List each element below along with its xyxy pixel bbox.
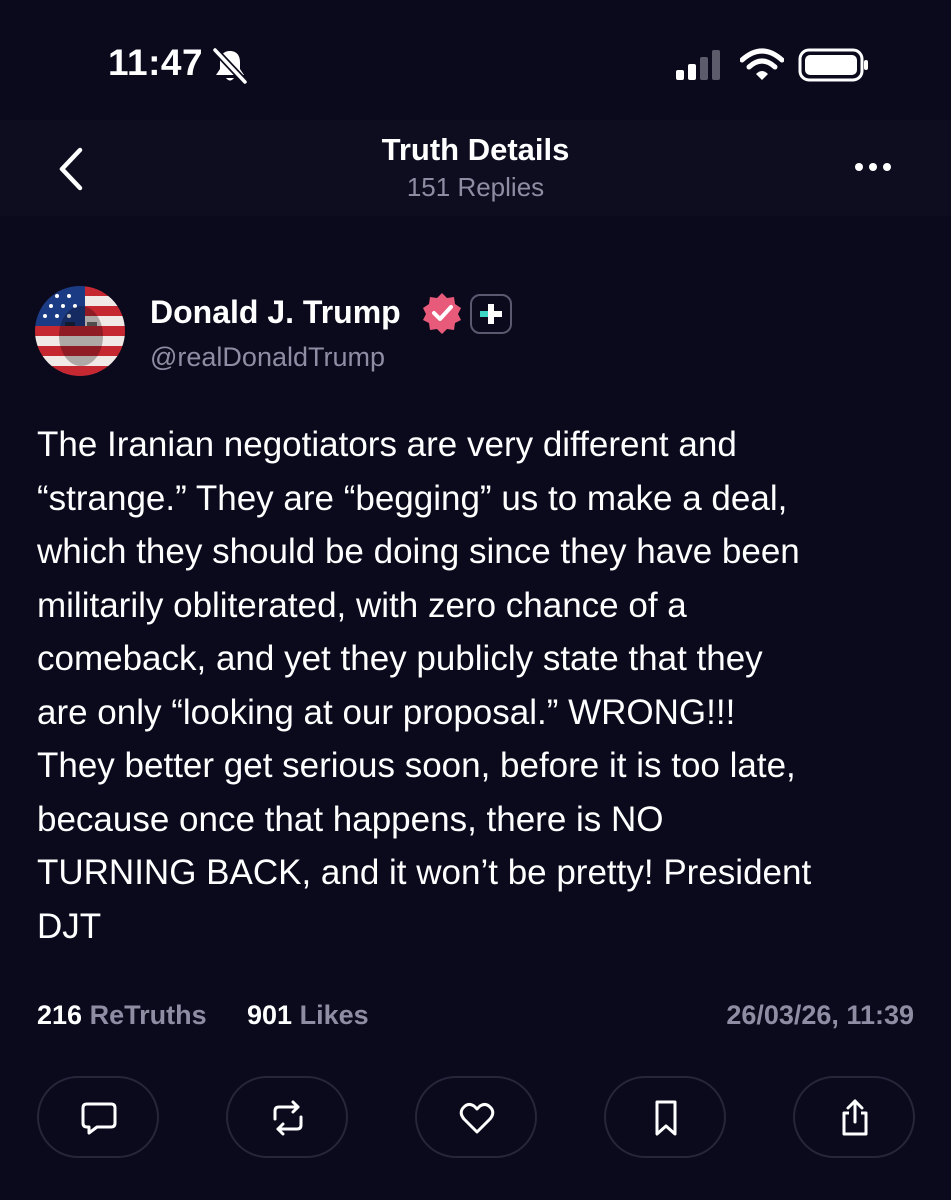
reply-button[interactable] bbox=[37, 1076, 159, 1158]
wifi-icon bbox=[740, 48, 784, 80]
plus-icon bbox=[480, 304, 502, 324]
top-header: Truth Details 151 Replies bbox=[0, 120, 951, 216]
post-stats: 216 ReTruths 901 Likes 26/03/26, 11:39 bbox=[37, 1000, 914, 1036]
cellular-signal-icon bbox=[676, 50, 720, 80]
heart-icon bbox=[459, 1102, 495, 1134]
bell-slash-icon bbox=[212, 47, 248, 85]
post-timestamp: 26/03/26, 11:39 bbox=[726, 1000, 914, 1030]
author-avatar[interactable] bbox=[35, 286, 125, 376]
share-button[interactable] bbox=[793, 1076, 915, 1158]
reply-icon bbox=[81, 1102, 117, 1135]
likes-stat[interactable]: 901 Likes bbox=[247, 1000, 369, 1031]
more-horizontal-icon bbox=[855, 163, 891, 171]
post-text: The Iranian negotiators are very differe… bbox=[37, 425, 812, 946]
more-options-button[interactable] bbox=[848, 152, 898, 182]
retruth-icon bbox=[273, 1100, 303, 1136]
likes-label: Likes bbox=[299, 1000, 369, 1030]
bookmark-icon bbox=[655, 1100, 677, 1136]
share-icon bbox=[842, 1099, 868, 1136]
status-bar: 11:47 bbox=[0, 0, 951, 120]
page-title: Truth Details bbox=[381, 132, 570, 167]
likes-count: 901 bbox=[247, 1000, 293, 1030]
replies-count: 151 Replies bbox=[406, 172, 545, 202]
battery-icon bbox=[798, 48, 868, 82]
author-handle[interactable]: @realDonaldTrump bbox=[150, 342, 385, 373]
status-time: 11:47 bbox=[108, 42, 204, 83]
verified-badge-icon bbox=[423, 293, 461, 334]
follow-button[interactable] bbox=[470, 294, 512, 334]
bookmark-button[interactable] bbox=[604, 1076, 726, 1158]
avatar-image bbox=[35, 286, 125, 376]
retruths-label: ReTruths bbox=[89, 1000, 207, 1030]
retruths-stat[interactable]: 216 ReTruths bbox=[37, 1000, 207, 1031]
retruth-button[interactable] bbox=[226, 1076, 348, 1158]
retruths-count: 216 bbox=[37, 1000, 83, 1030]
like-button[interactable] bbox=[415, 1076, 537, 1158]
author-name[interactable]: Donald J. Trump bbox=[150, 294, 401, 331]
